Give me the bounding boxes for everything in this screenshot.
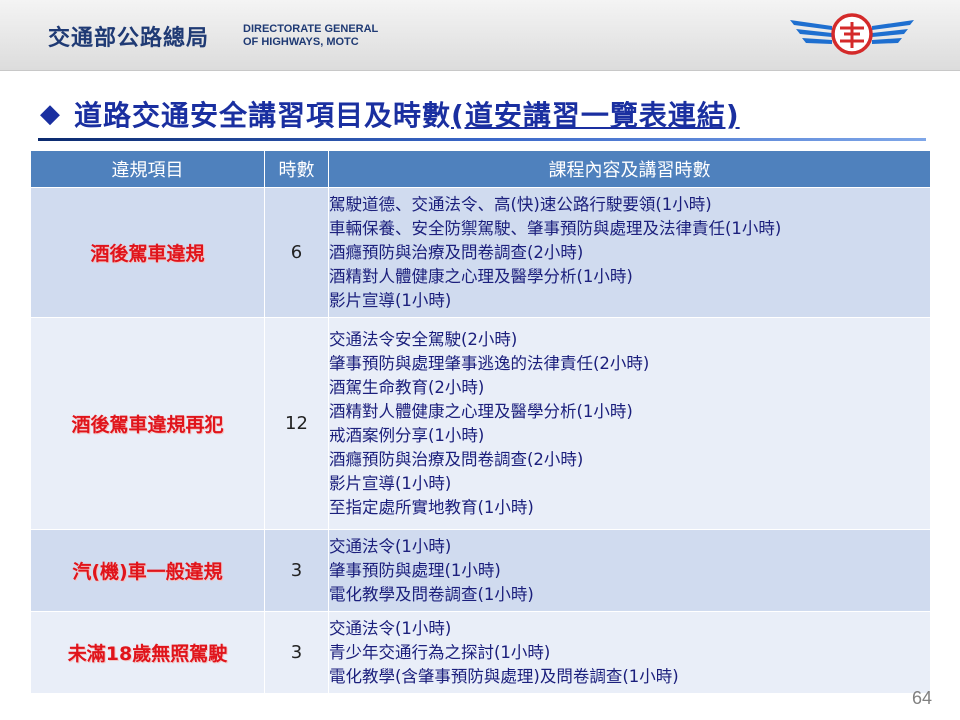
diamond-bullet-icon: ◆	[40, 99, 60, 129]
lecture-list-link[interactable]: (道安講習一覽表連結)	[451, 94, 740, 134]
org-name-chinese: 交通部公路總局	[48, 26, 210, 51]
course-item: 至指定處所實地教育(1小時)	[329, 497, 534, 517]
slide-header: 交通部公路總局 DIRECTORATE GENERAL OF HIGHWAYS,…	[0, 0, 960, 71]
violation-item: 酒後駕車違規	[30, 187, 265, 318]
page-number: 64	[912, 688, 933, 708]
org-name-english: DIRECTORATE GENERAL OF HIGHWAYS, MOTC	[243, 23, 378, 49]
course-item: 電化教學及問卷調查(1小時)	[329, 584, 534, 604]
slide-title: ◆ 道路交通安全講習項目及時數 (道安講習一覽表連結)	[40, 92, 940, 136]
course-item: 車輛保養、安全防禦駕駛、肇事預防與處理及法律責任(1小時)	[329, 218, 782, 238]
lecture-hours: 6	[264, 187, 329, 318]
header-course-content: 課程內容及講習時數	[328, 150, 931, 188]
table-row: 酒後駕車違規 6 駕駛道德、交通法令、高(快)速公路行駛要領(1小時) 車輛保養…	[30, 187, 931, 318]
course-item: 酒駕生命教育(2小時)	[329, 377, 485, 397]
course-item: 影片宣導(1小時)	[329, 473, 452, 493]
lecture-table: 違規項目 時數 課程內容及講習時數 酒後駕車違規 6 駕駛道德、交通法令、高(快…	[30, 150, 931, 694]
lecture-hours: 3	[264, 529, 329, 612]
course-list: 交通法令(1小時) 肇事預防與處理(1小時) 電化教學及問卷調查(1小時)	[328, 529, 931, 612]
table-row: 未滿18歲無照駕駛 3 交通法令(1小時) 青少年交通行為之探討(1小時) 電化…	[30, 611, 931, 694]
header-violation-item: 違規項目	[30, 150, 265, 188]
table-header-row: 違規項目 時數 課程內容及講習時數	[30, 150, 931, 188]
course-item: 駕駛道德、交通法令、高(快)速公路行駛要領(1小時)	[329, 194, 712, 214]
course-item: 青少年交通行為之探討(1小時)	[329, 642, 551, 662]
course-item: 戒酒案例分享(1小時)	[329, 425, 485, 445]
org-name-english-line2: OF HIGHWAYS, MOTC	[243, 36, 359, 48]
course-list: 交通法令安全駕駛(2小時) 肇事預防與處理肇事逃逸的法律責任(2小時) 酒駕生命…	[328, 317, 931, 530]
lecture-hours: 12	[264, 317, 329, 530]
lecture-hours: 3	[264, 611, 329, 694]
violation-item: 未滿18歲無照駕駛	[30, 611, 265, 694]
course-list: 交通法令(1小時) 青少年交通行為之探討(1小時) 電化教學(含肇事預防與處理)…	[328, 611, 931, 694]
course-list: 駕駛道德、交通法令、高(快)速公路行駛要領(1小時) 車輛保養、安全防禦駕駛、肇…	[328, 187, 931, 318]
course-item: 酒精對人體健康之心理及醫學分析(1小時)	[329, 266, 633, 286]
header-hours: 時數	[264, 150, 329, 188]
course-item: 交通法令(1小時)	[329, 536, 452, 556]
org-name-english-line1: DIRECTORATE GENERAL	[243, 23, 379, 35]
course-item: 電化教學(含肇事預防與處理)及問卷調查(1小時)	[329, 666, 679, 686]
course-item: 肇事預防與處理(1小時)	[329, 560, 501, 580]
title-underline-divider	[38, 138, 926, 141]
course-item: 影片宣導(1小時)	[329, 290, 452, 310]
highway-logo-icon	[790, 13, 914, 55]
course-item: 酒癮預防與治療及問卷調查(2小時)	[329, 449, 584, 469]
course-item: 酒癮預防與治療及問卷調查(2小時)	[329, 242, 584, 262]
course-item: 交通法令(1小時)	[329, 618, 452, 638]
violation-item: 汽(機)車一般違規	[30, 529, 265, 612]
course-item: 肇事預防與處理肇事逃逸的法律責任(2小時)	[329, 353, 650, 373]
violation-item: 酒後駕車違規再犯	[30, 317, 265, 530]
table-row: 酒後駕車違規再犯 12 交通法令安全駕駛(2小時) 肇事預防與處理肇事逃逸的法律…	[30, 317, 931, 530]
course-item: 交通法令安全駕駛(2小時)	[329, 329, 518, 349]
course-item: 酒精對人體健康之心理及醫學分析(1小時)	[329, 401, 633, 421]
table-row: 汽(機)車一般違規 3 交通法令(1小時) 肇事預防與處理(1小時) 電化教學及…	[30, 529, 931, 612]
title-text: 道路交通安全講習項目及時數	[74, 99, 452, 132]
